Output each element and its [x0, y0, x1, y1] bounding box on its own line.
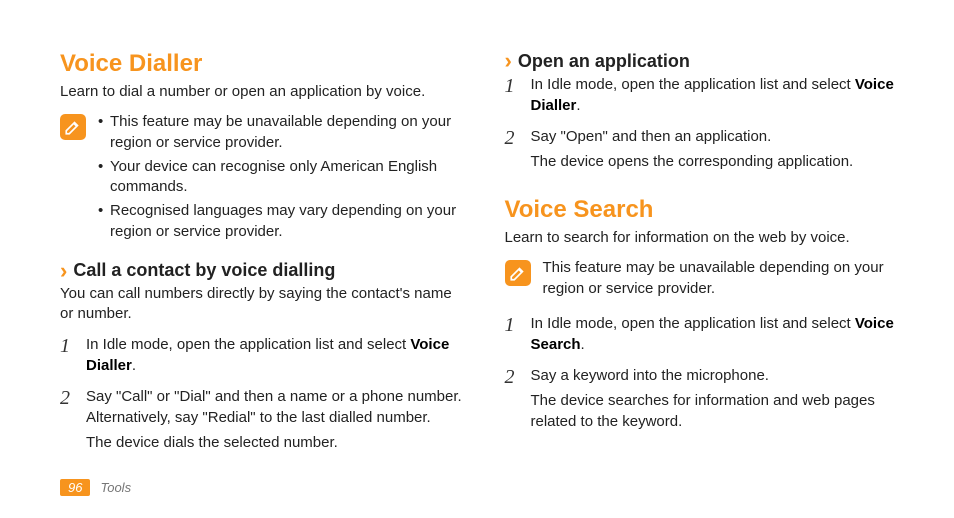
step-text: .: [132, 357, 136, 374]
step-item: Say "Open" and then an application. The …: [505, 126, 910, 172]
step-text: In Idle mode, open the application list …: [531, 76, 855, 93]
subheading-call-contact: › Call a contact by voice dialling: [60, 260, 465, 282]
step-item: Say a keyword into the microphone. The d…: [505, 365, 910, 432]
step-text: In Idle mode, open the application list …: [86, 336, 410, 353]
step-item: Say "Call" or "Dial" and then a name or …: [60, 386, 465, 453]
note-content: This feature may be unavailable dependin…: [98, 112, 465, 246]
voice-search-title: Voice Search: [505, 196, 910, 224]
step-text: Say a keyword into the microphone.: [531, 367, 769, 384]
voice-dialler-intro: Learn to dial a number or open an applic…: [60, 82, 465, 102]
steps-list: In Idle mode, open the application list …: [505, 74, 910, 172]
page-footer: 96 Tools: [60, 479, 131, 496]
right-column: › Open an application In Idle mode, open…: [505, 50, 910, 463]
chevron-icon: ›: [505, 50, 512, 72]
subheading-text: Call a contact by voice dialling: [73, 260, 335, 281]
step-item: In Idle mode, open the application list …: [60, 334, 465, 376]
note-item: Recognised languages may vary depending …: [98, 201, 465, 242]
note-text: This feature may be unavailable dependin…: [543, 258, 910, 299]
left-column: Voice Dialler Learn to dial a number or …: [60, 50, 465, 463]
voice-search-intro: Learn to search for information on the w…: [505, 228, 910, 248]
voice-dialler-title: Voice Dialler: [60, 50, 465, 78]
note-box: This feature may be unavailable dependin…: [60, 112, 465, 246]
step-text: Say "Call" or "Dial" and then a name or …: [86, 388, 462, 426]
steps-list: In Idle mode, open the application list …: [505, 313, 910, 432]
note-icon: [505, 260, 531, 286]
page-number: 96: [60, 479, 90, 496]
chevron-icon: ›: [60, 260, 67, 282]
steps-list: In Idle mode, open the application list …: [60, 334, 465, 453]
step-item: In Idle mode, open the application list …: [505, 74, 910, 116]
note-item: Your device can recognise only American …: [98, 157, 465, 198]
step-text: In Idle mode, open the application list …: [531, 315, 855, 332]
subheading-text: Open an application: [518, 51, 690, 72]
footer-section: Tools: [100, 480, 131, 495]
step-item: In Idle mode, open the application list …: [505, 313, 910, 355]
step-result: The device searches for information and …: [531, 390, 910, 432]
step-text: .: [576, 97, 580, 114]
page-columns: Voice Dialler Learn to dial a number or …: [60, 50, 909, 463]
note-box: This feature may be unavailable dependin…: [505, 258, 910, 299]
subheading-open-app: › Open an application: [505, 50, 910, 72]
step-text: .: [581, 336, 585, 353]
step-result: The device opens the corresponding appli…: [531, 151, 910, 172]
step-text: Say "Open" and then an application.: [531, 128, 772, 145]
step-result: The device dials the selected number.: [86, 432, 465, 453]
subheading-intro: You can call numbers directly by saying …: [60, 284, 465, 325]
note-icon: [60, 114, 86, 140]
note-content: This feature may be unavailable dependin…: [543, 258, 910, 299]
note-item: This feature may be unavailable dependin…: [98, 112, 465, 153]
